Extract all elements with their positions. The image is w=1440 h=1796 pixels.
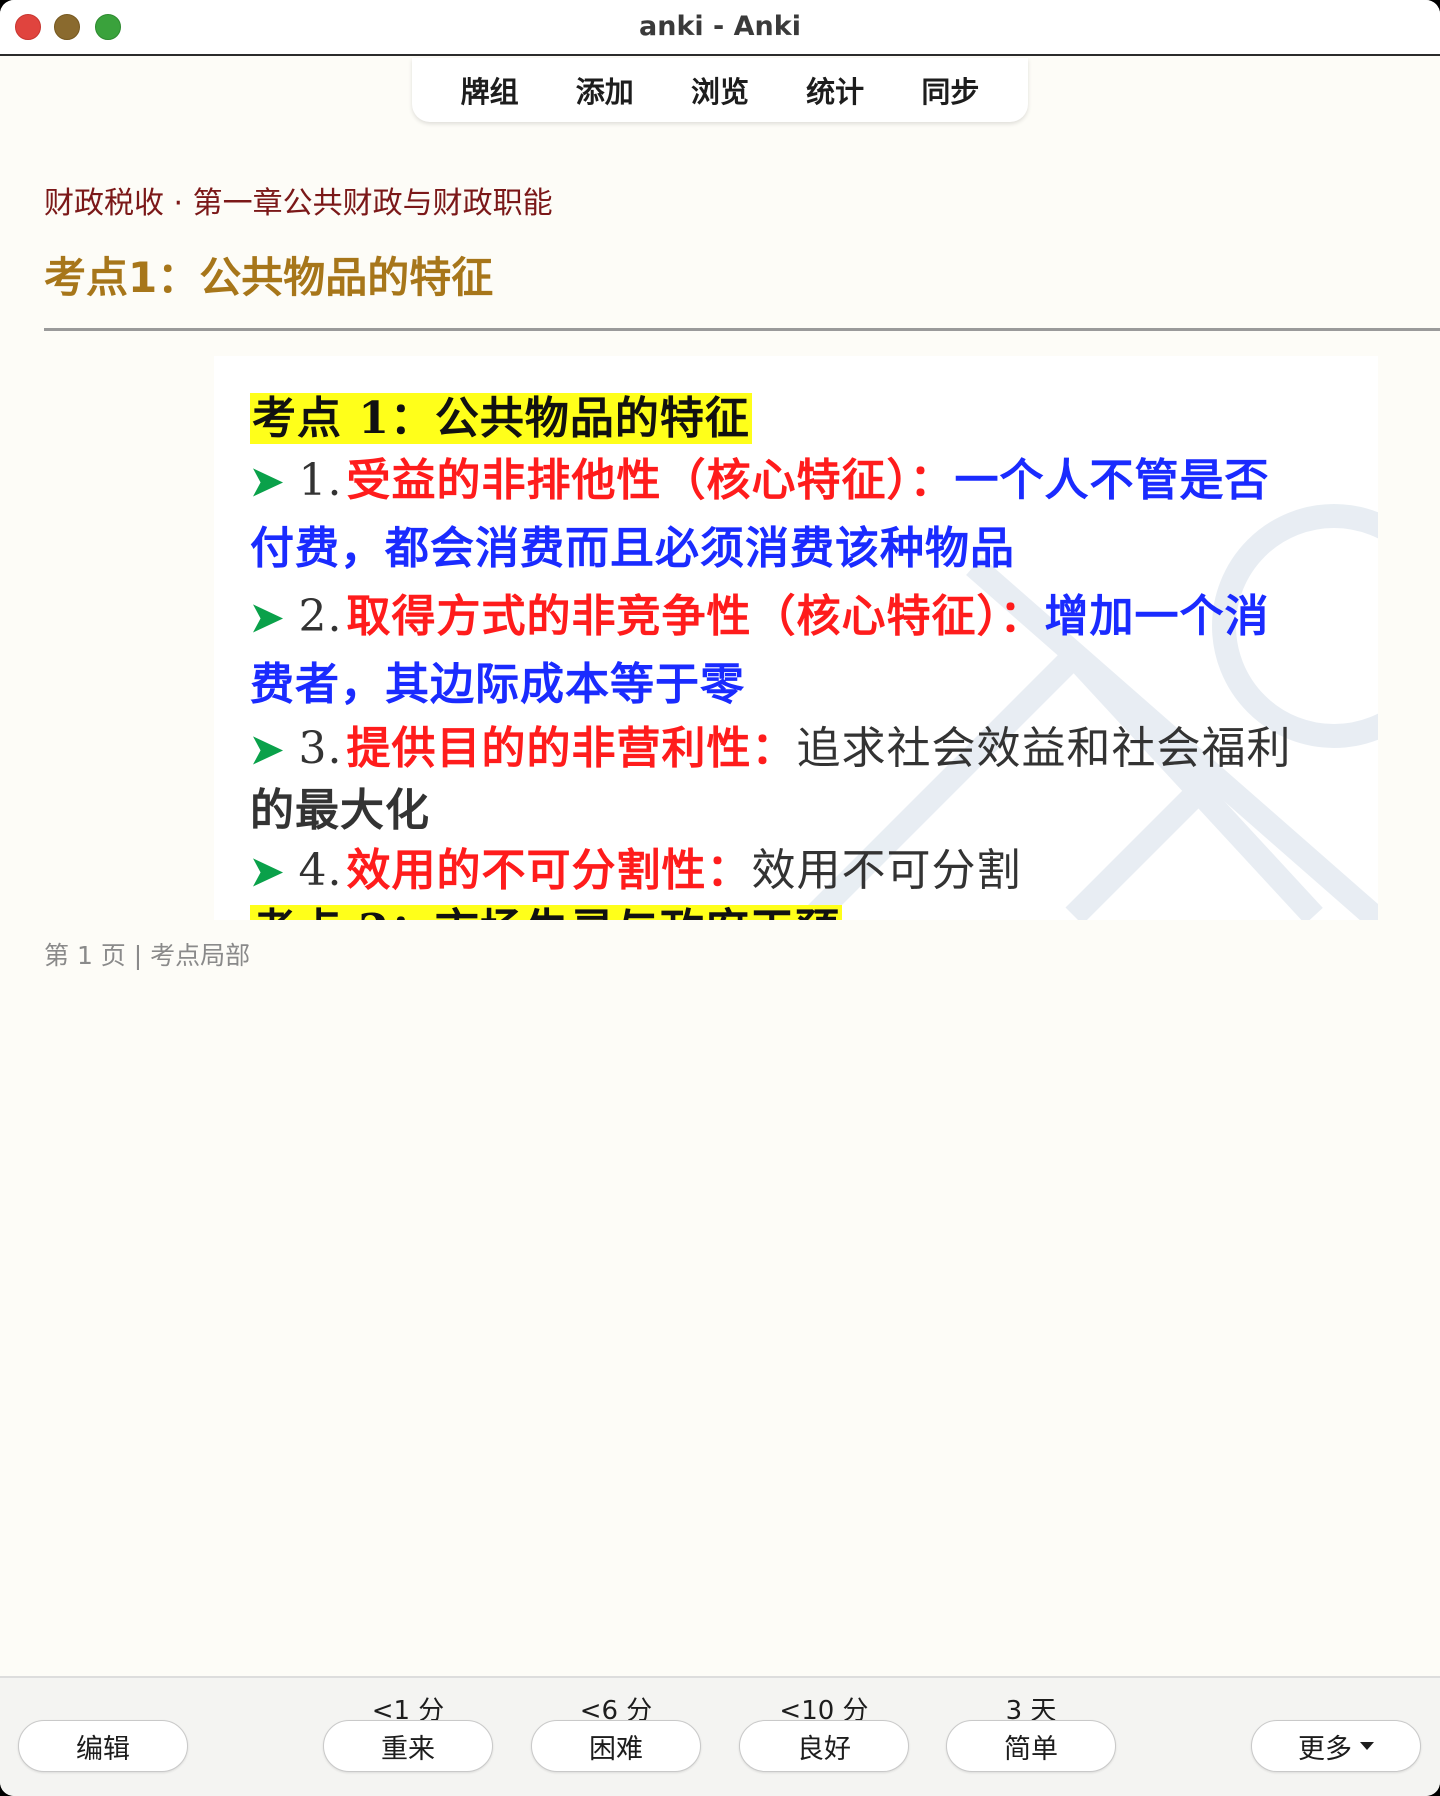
- card-slide-image: 考点 1：公共物品的特征 ➤ 1.受益的非排他性（核心特征）：一个人不管是否 付费…: [214, 356, 1378, 920]
- toolbar-sync[interactable]: 同步: [911, 63, 989, 117]
- again-button[interactable]: 重来: [323, 1720, 493, 1772]
- toolbar-browse[interactable]: 浏览: [681, 63, 759, 117]
- slide-point-1: ➤ 1.受益的非排他性（核心特征）：一个人不管是否: [250, 455, 1270, 506]
- title-bar: anki - Anki: [0, 0, 1440, 56]
- toolbar-stats[interactable]: 统计: [796, 63, 874, 117]
- hard-button[interactable]: 困难: [531, 1720, 701, 1772]
- slide-heading: 考点 1：公共物品的特征: [250, 393, 752, 444]
- slide-point-2: ➤ 2.取得方式的非竞争性（核心特征）：增加一个消: [250, 591, 1270, 642]
- card-caption: 第 1 页 | 考点局部: [44, 941, 251, 970]
- anki-window: anki - Anki 牌组 添加 浏览 统计 同步 财政税收 · 第一章公共财…: [0, 0, 1440, 1796]
- green-arrow-icon: ➤: [250, 726, 285, 773]
- more-button[interactable]: 更多: [1251, 1720, 1421, 1772]
- card-breadcrumb: 财政税收 · 第一章公共财政与财政职能: [44, 186, 553, 221]
- window-title: anki - Anki: [639, 11, 801, 42]
- divider: [44, 328, 1440, 331]
- toolbar-add[interactable]: 添加: [566, 63, 644, 117]
- answer-bar: <1 分 <6 分 <10 分 3 天 编辑 重来 困难 良好 简单 更多: [0, 1676, 1440, 1796]
- card-title: 考点1：公共物品的特征: [44, 253, 494, 302]
- green-arrow-icon: ➤: [250, 594, 285, 641]
- main-toolbar: 牌组 添加 浏览 统计 同步: [412, 58, 1028, 122]
- good-button[interactable]: 良好: [739, 1720, 909, 1772]
- slide-next-heading: 考点 2：市场失灵与政府干预: [250, 905, 842, 920]
- slide-point-3: ➤ 3.提供目的的非营利性：追求社会效益和社会福利: [250, 723, 1292, 774]
- easy-button[interactable]: 简单: [946, 1720, 1116, 1772]
- green-arrow-icon: ➤: [250, 458, 285, 505]
- green-arrow-icon: ➤: [250, 848, 285, 895]
- caret-down-icon: [1360, 1742, 1374, 1750]
- edit-button[interactable]: 编辑: [18, 1720, 188, 1772]
- slide-point-4: ➤ 4.效用的不可分割性：效用不可分割: [250, 845, 1022, 896]
- toolbar-decks[interactable]: 牌组: [451, 63, 529, 117]
